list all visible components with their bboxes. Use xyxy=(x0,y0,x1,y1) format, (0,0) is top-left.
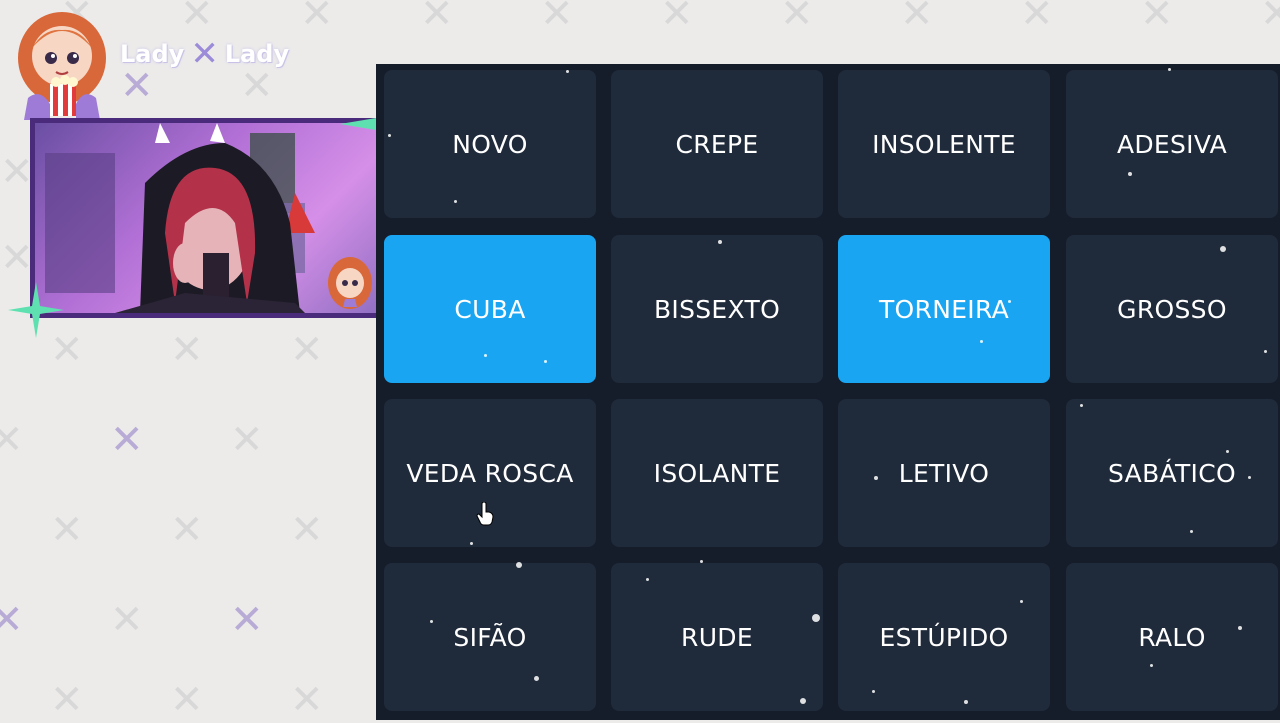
channel-logo: Lady ✕ Lady xyxy=(120,32,289,76)
snowflake xyxy=(544,360,547,363)
snowflake xyxy=(1168,68,1171,71)
bg-x-mark: ✕ xyxy=(0,235,34,281)
snowflake xyxy=(454,200,457,203)
snowflake xyxy=(1264,350,1267,353)
bg-x-mark: ✕ xyxy=(660,0,694,37)
word-tile[interactable]: BISSEXTO xyxy=(611,235,823,383)
word-tile[interactable]: SABÁTICO xyxy=(1066,399,1278,547)
bg-x-mark: ✕ xyxy=(0,417,24,463)
snowflake xyxy=(980,340,983,343)
hand-pointer-cursor-icon xyxy=(476,502,494,526)
bg-x-mark: ✕ xyxy=(110,417,144,463)
word-tile-label: INSOLENTE xyxy=(872,129,1016,159)
logo-text-right: Lady xyxy=(224,40,290,68)
word-tile[interactable]: ADESIVA xyxy=(1066,70,1278,218)
word-tile[interactable]: CUBA xyxy=(384,235,596,383)
word-tile[interactable]: TORNEIRA xyxy=(838,235,1050,383)
word-tile-label: ESTÚPIDO xyxy=(879,622,1009,652)
snowflake xyxy=(1248,476,1251,479)
bg-x-mark: ✕ xyxy=(230,597,264,643)
snowflake xyxy=(470,542,473,545)
bg-x-mark: ✕ xyxy=(180,0,214,37)
snowflake xyxy=(1220,246,1226,252)
snowflake xyxy=(1226,450,1229,453)
snowflake xyxy=(484,354,487,357)
bg-x-mark: ✕ xyxy=(1020,0,1054,37)
mascot-avatar-icon xyxy=(18,12,106,120)
bg-x-mark: ✕ xyxy=(50,507,84,553)
bg-x-mark: ✕ xyxy=(1260,0,1280,37)
star-sparkle-icon xyxy=(8,282,64,338)
bg-x-mark: ✕ xyxy=(0,149,34,195)
word-tile-label: SIFÃO xyxy=(453,622,527,652)
snowflake xyxy=(534,676,539,681)
snowflake xyxy=(1150,664,1153,667)
bg-x-mark: ✕ xyxy=(290,507,324,553)
bg-x-mark: ✕ xyxy=(170,507,204,553)
word-tile-label: VEDA ROSCA xyxy=(406,458,574,488)
bg-x-mark: ✕ xyxy=(900,0,934,37)
snowflake xyxy=(646,578,649,581)
snowflake xyxy=(1080,404,1083,407)
snowflake xyxy=(566,70,569,73)
word-tile[interactable]: SIFÃO xyxy=(384,563,596,711)
bg-x-mark: ✕ xyxy=(170,677,204,723)
word-grid-board: NOVO CREPE INSOLENTE ADESIVA CUBA BISSEXTO TOR… xyxy=(376,64,1280,720)
snowflake xyxy=(430,620,433,623)
word-tile-label: ADESIVA xyxy=(1116,129,1228,159)
snowflake xyxy=(1128,172,1132,176)
word-tile[interactable]: ISOLANTE xyxy=(611,399,823,547)
bg-x-mark: ✕ xyxy=(540,0,574,37)
word-tile-label: TORNEIRA xyxy=(878,294,1010,324)
snowflake xyxy=(874,476,878,480)
snowflake xyxy=(700,560,703,563)
word-tile[interactable]: NOVO xyxy=(384,70,596,218)
word-tile[interactable]: LETIVO xyxy=(838,399,1050,547)
snowflake xyxy=(516,562,522,568)
snowflake xyxy=(1190,530,1193,533)
bg-x-mark: ✕ xyxy=(110,597,144,643)
logo-text-left: Lady xyxy=(120,40,185,68)
word-tile[interactable]: RUDE xyxy=(611,563,823,711)
word-tile-label: LETIVO xyxy=(898,458,990,488)
word-tile-label: CREPE xyxy=(675,129,759,159)
snowflake xyxy=(1008,300,1011,303)
snowflake xyxy=(1238,626,1242,630)
snowflake xyxy=(718,240,722,244)
word-tile-label: BISSEXTO xyxy=(653,294,781,324)
snowflake xyxy=(1020,600,1023,603)
bg-x-mark: ✕ xyxy=(1140,0,1174,37)
x-logo-icon: ✕ xyxy=(190,34,219,74)
snowflake xyxy=(812,614,820,622)
snowflake xyxy=(388,134,391,137)
word-tile-label: RUDE xyxy=(681,622,753,652)
bg-x-mark: ✕ xyxy=(170,327,204,373)
word-tile-label: CUBA xyxy=(454,294,526,324)
word-tile[interactable]: INSOLENTE xyxy=(838,70,1050,218)
bg-x-mark: ✕ xyxy=(420,0,454,37)
word-tile[interactable]: CREPE xyxy=(611,70,823,218)
bg-x-mark: ✕ xyxy=(290,677,324,723)
bg-x-mark: ✕ xyxy=(780,0,814,37)
snowflake xyxy=(800,698,806,704)
word-tile[interactable]: RALO xyxy=(1066,563,1278,711)
word-tile-label: RALO xyxy=(1138,622,1206,652)
word-tile-label: SABÁTICO xyxy=(1108,458,1236,488)
bg-x-mark: ✕ xyxy=(50,677,84,723)
bg-x-mark: ✕ xyxy=(0,597,24,643)
bg-x-mark: ✕ xyxy=(290,327,324,373)
bg-x-mark: ✕ xyxy=(230,417,264,463)
word-tile[interactable]: ESTÚPIDO xyxy=(838,563,1050,711)
word-tile-label: GROSSO xyxy=(1117,294,1227,324)
word-tile-label: NOVO xyxy=(452,129,528,159)
word-tile[interactable]: GROSSO xyxy=(1066,235,1278,383)
bg-x-mark: ✕ xyxy=(300,0,334,37)
snowflake xyxy=(964,700,968,704)
webcam-feed xyxy=(30,118,386,318)
word-tile-label: ISOLANTE xyxy=(653,458,781,488)
mini-avatar-icon xyxy=(328,257,372,309)
snowflake xyxy=(872,690,875,693)
